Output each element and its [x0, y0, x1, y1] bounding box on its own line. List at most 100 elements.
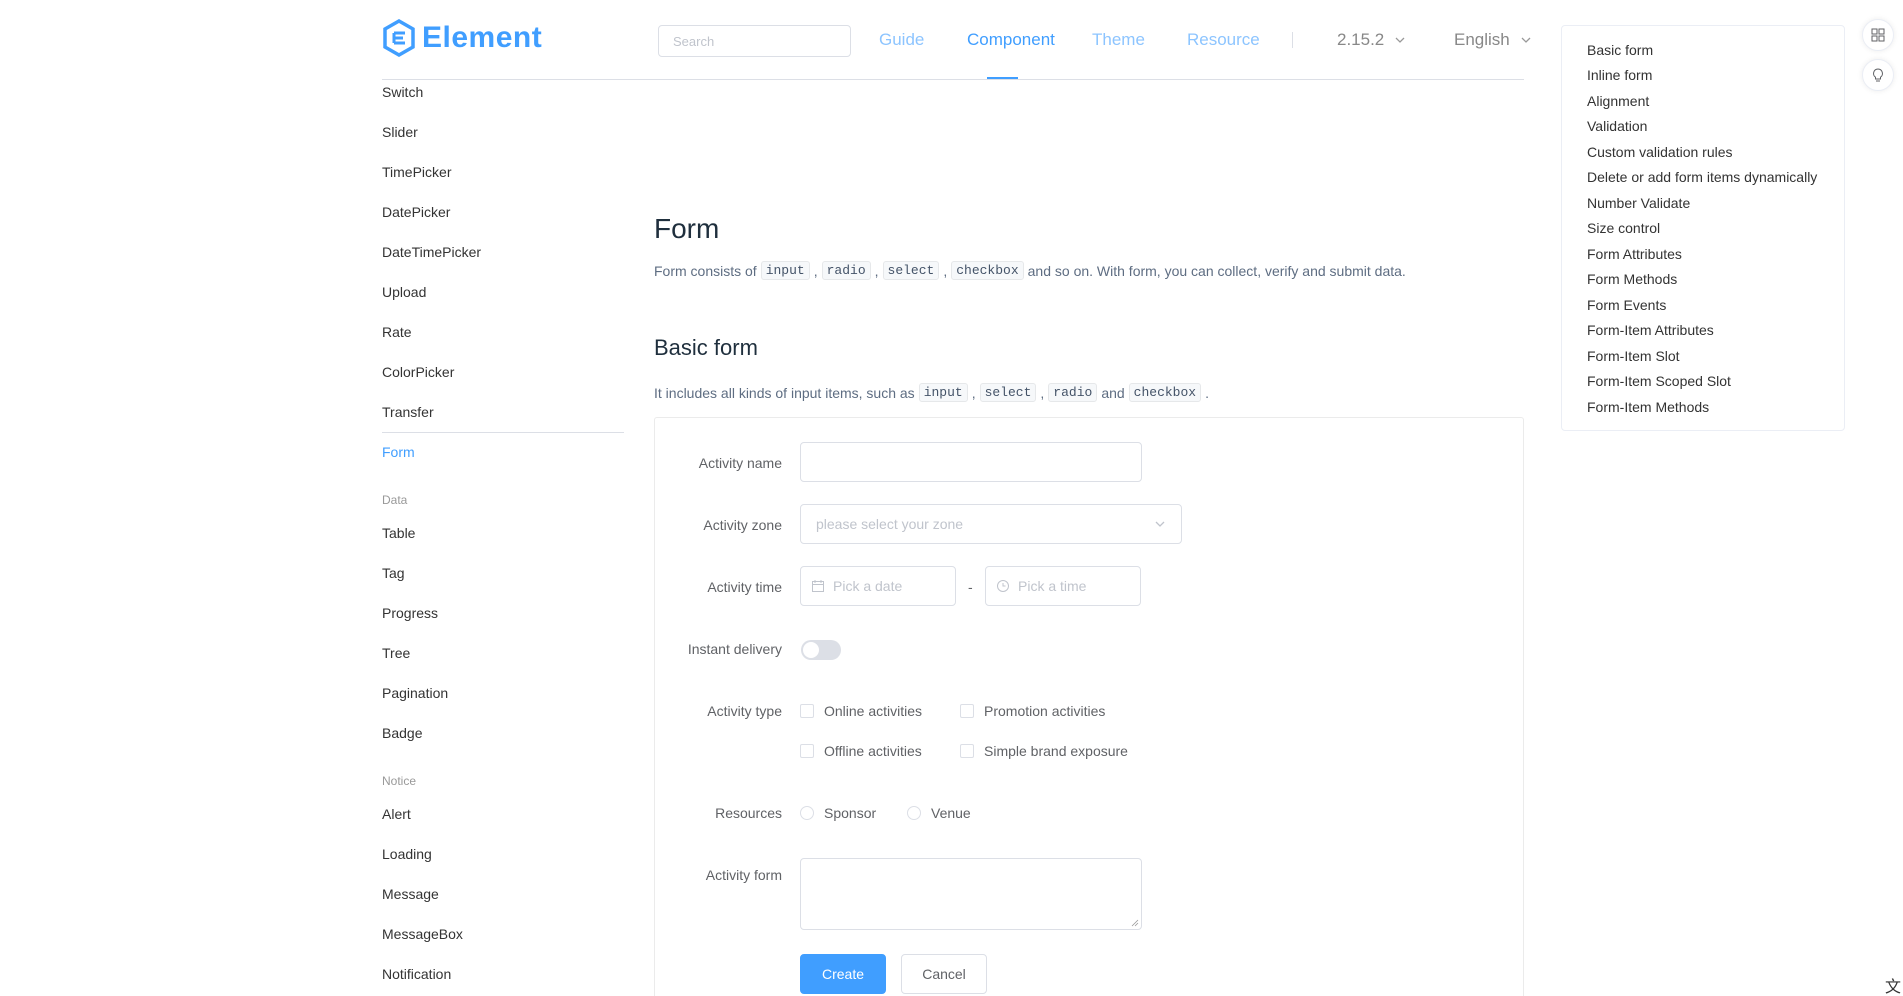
- sidebar: Switch Slider TimePicker DatePicker Date…: [382, 81, 624, 996]
- section-title-basic-form: Basic form: [654, 335, 758, 360]
- chevron-down-icon: [1521, 37, 1531, 43]
- checkbox-online[interactable]: [800, 704, 814, 718]
- chevron-down-icon: [1155, 521, 1165, 527]
- clock-icon: [997, 580, 1009, 592]
- toc-item[interactable]: Inline form: [1587, 67, 1652, 83]
- activity-zone-label: Activity zone: [703, 517, 782, 533]
- radio-sponsor-label[interactable]: Sponsor: [824, 805, 876, 821]
- checkbox-offline-label[interactable]: Offline activities: [824, 743, 922, 759]
- logo[interactable]: Element: [382, 18, 542, 58]
- nav-theme[interactable]: Theme: [1092, 30, 1145, 50]
- activity-name-input[interactable]: [800, 442, 1142, 482]
- translate-icon[interactable]: 文A: [1885, 973, 1903, 996]
- toc-item[interactable]: Form Attributes: [1587, 246, 1682, 262]
- sidebar-item-switch[interactable]: Switch: [382, 84, 423, 100]
- search-input[interactable]: [658, 25, 851, 57]
- checkbox-brand-exposure-label[interactable]: Simple brand exposure: [984, 743, 1128, 759]
- nav-component[interactable]: Component: [967, 30, 1055, 50]
- header: Element Guide Component Theme Resource 2…: [382, 0, 1531, 80]
- nav-guide[interactable]: Guide: [879, 30, 924, 50]
- sidebar-item-rate[interactable]: Rate: [382, 324, 412, 340]
- sidebar-item-slider[interactable]: Slider: [382, 124, 418, 140]
- sidebar-item-datetimepicker[interactable]: DateTimePicker: [382, 244, 481, 260]
- toc-item[interactable]: Validation: [1587, 118, 1647, 134]
- sidebar-item-form[interactable]: Form: [382, 444, 415, 460]
- toc-item[interactable]: Delete or add form items dynamically: [1587, 169, 1817, 185]
- sidebar-item-tree[interactable]: Tree: [382, 645, 410, 661]
- date-placeholder: Pick a date: [833, 578, 903, 594]
- sidebar-item-notification[interactable]: Notification: [382, 966, 451, 982]
- activity-name-label: Activity name: [698, 455, 782, 471]
- sidebar-item-transfer[interactable]: Transfer: [382, 404, 434, 420]
- calendar-icon: [812, 580, 824, 592]
- sidebar-item-table[interactable]: Table: [382, 525, 415, 541]
- time-placeholder: Pick a time: [1018, 578, 1087, 594]
- language-dropdown[interactable]: English: [1454, 30, 1532, 50]
- time-picker-input[interactable]: Pick a time: [985, 566, 1141, 606]
- version-dropdown[interactable]: 2.15.2: [1337, 30, 1406, 50]
- create-button[interactable]: Create: [800, 954, 886, 994]
- section-description: It includes all kinds of input items, su…: [654, 383, 1209, 402]
- sidebar-item-progress[interactable]: Progress: [382, 605, 438, 621]
- toc-item[interactable]: Alignment: [1587, 93, 1649, 109]
- activity-time-label: Activity time: [707, 579, 782, 595]
- element-logo-icon: [383, 19, 415, 57]
- sidebar-group-data: Data: [382, 493, 408, 507]
- desc-comma: ,: [943, 262, 948, 279]
- toc-item[interactable]: Custom validation rules: [1587, 144, 1733, 160]
- main-content: Form Form consists of input, radio, sele…: [654, 81, 1524, 996]
- resize-handle-icon[interactable]: [1131, 919, 1139, 927]
- sidebar-item-message[interactable]: Message: [382, 886, 439, 902]
- checkbox-offline[interactable]: [800, 744, 814, 758]
- instant-delivery-switch[interactable]: [801, 640, 841, 660]
- page-title: Form: [654, 213, 720, 244]
- checkbox-promotion[interactable]: [960, 704, 974, 718]
- code-input: input: [760, 261, 810, 280]
- toc-item[interactable]: Form-Item Methods: [1587, 399, 1709, 415]
- radio-venue-label[interactable]: Venue: [931, 805, 971, 821]
- checkbox-online-label[interactable]: Online activities: [824, 703, 922, 719]
- sidebar-divider: [382, 432, 624, 433]
- section-desc-prefix: It includes all kinds of input items, su…: [654, 384, 915, 401]
- desc-and: and: [1101, 384, 1125, 401]
- sidebar-item-messagebox[interactable]: MessageBox: [382, 926, 463, 942]
- toc-item[interactable]: Form-Item Scoped Slot: [1587, 373, 1731, 389]
- sidebar-item-alert[interactable]: Alert: [382, 806, 411, 822]
- date-picker-input[interactable]: Pick a date: [800, 566, 956, 606]
- checkbox-brand-exposure[interactable]: [960, 744, 974, 758]
- toc-item[interactable]: Form Methods: [1587, 271, 1677, 287]
- toc-item[interactable]: Basic form: [1587, 42, 1653, 58]
- toc-item[interactable]: Form Events: [1587, 297, 1666, 313]
- time-separator: -: [968, 579, 973, 595]
- toc-item[interactable]: Size control: [1587, 220, 1660, 236]
- activity-zone-select[interactable]: please select your zone: [800, 504, 1182, 544]
- activity-form-textarea[interactable]: [800, 858, 1142, 930]
- tips-button[interactable]: [1862, 59, 1894, 91]
- theme-picker-button[interactable]: [1862, 19, 1894, 51]
- chevron-down-icon: [1395, 37, 1405, 43]
- demo-block: Activity name Activity zone please selec…: [654, 417, 1524, 996]
- code-select: select: [979, 383, 1037, 402]
- instant-delivery-label: Instant delivery: [687, 641, 782, 657]
- nav-divider: [1292, 32, 1293, 48]
- nav-resource[interactable]: Resource: [1187, 30, 1260, 50]
- radio-sponsor[interactable]: [800, 806, 814, 820]
- sidebar-item-datepicker[interactable]: DatePicker: [382, 204, 450, 220]
- sidebar-item-pagination[interactable]: Pagination: [382, 685, 448, 701]
- sidebar-item-timepicker[interactable]: TimePicker: [382, 164, 452, 180]
- checkbox-promotion-label[interactable]: Promotion activities: [984, 703, 1105, 719]
- desc-comma: ,: [813, 262, 818, 279]
- grid-icon: [1871, 28, 1885, 42]
- toc-item[interactable]: Number Validate: [1587, 195, 1690, 211]
- cancel-button[interactable]: Cancel: [901, 954, 987, 994]
- lightbulb-icon: [1873, 68, 1883, 82]
- sidebar-item-upload[interactable]: Upload: [382, 284, 426, 300]
- desc-prefix: Form consists of: [654, 262, 757, 279]
- sidebar-item-tag[interactable]: Tag: [382, 565, 405, 581]
- sidebar-item-badge[interactable]: Badge: [382, 725, 422, 741]
- toc-item[interactable]: Form-Item Slot: [1587, 348, 1680, 364]
- sidebar-item-colorpicker[interactable]: ColorPicker: [382, 364, 454, 380]
- sidebar-item-loading[interactable]: Loading: [382, 846, 432, 862]
- radio-venue[interactable]: [907, 806, 921, 820]
- toc-item[interactable]: Form-Item Attributes: [1587, 322, 1714, 338]
